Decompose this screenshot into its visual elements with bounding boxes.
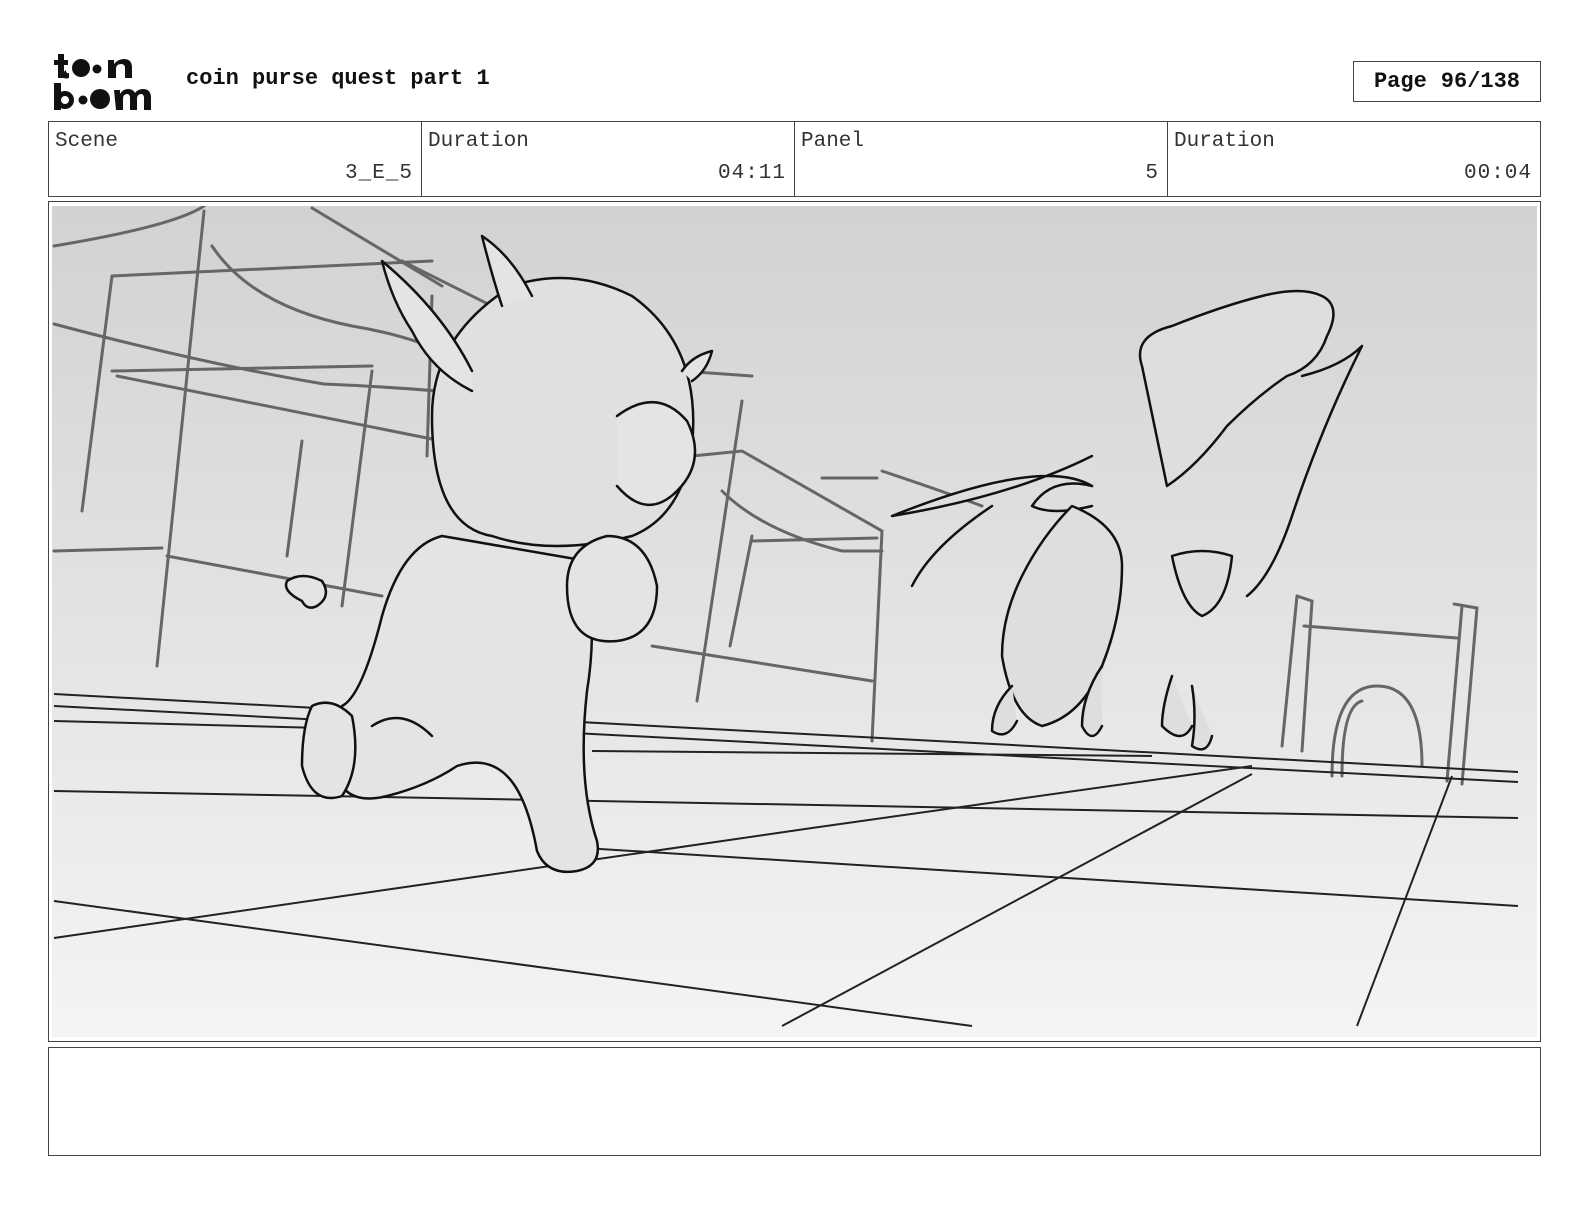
scene-value: 3_E_5 (344, 162, 413, 185)
page-indicator: Page 96/138 (1353, 61, 1541, 102)
panel-value: 5 (1145, 162, 1159, 185)
document-title: coin purse quest part 1 (186, 66, 490, 91)
toon-boom-logo (54, 54, 151, 110)
panel-sketch (52, 206, 1537, 1037)
scene-cell: Scene 3_E_5 (49, 122, 422, 196)
panel-notes (48, 1047, 1541, 1156)
panel-cell: Panel 5 (795, 122, 1168, 196)
storyboard-panel (48, 201, 1541, 1042)
scene-label: Scene (55, 130, 119, 153)
scene-duration-value: 04:11 (717, 162, 786, 185)
panel-label: Panel (801, 130, 865, 153)
page-number: 96/138 (1440, 69, 1521, 94)
scene-duration-label: Duration (428, 130, 529, 153)
scene-duration-cell: Duration 04:11 (422, 122, 795, 196)
page-label: Page (1373, 69, 1427, 94)
panel-duration-value: 00:04 (1463, 162, 1532, 185)
panel-duration-label: Duration (1174, 130, 1275, 153)
panel-duration-cell: Duration 00:04 (1168, 122, 1540, 196)
panel-info-row: Scene 3_E_5 Duration 04:11 Panel 5 Durat… (48, 121, 1541, 197)
